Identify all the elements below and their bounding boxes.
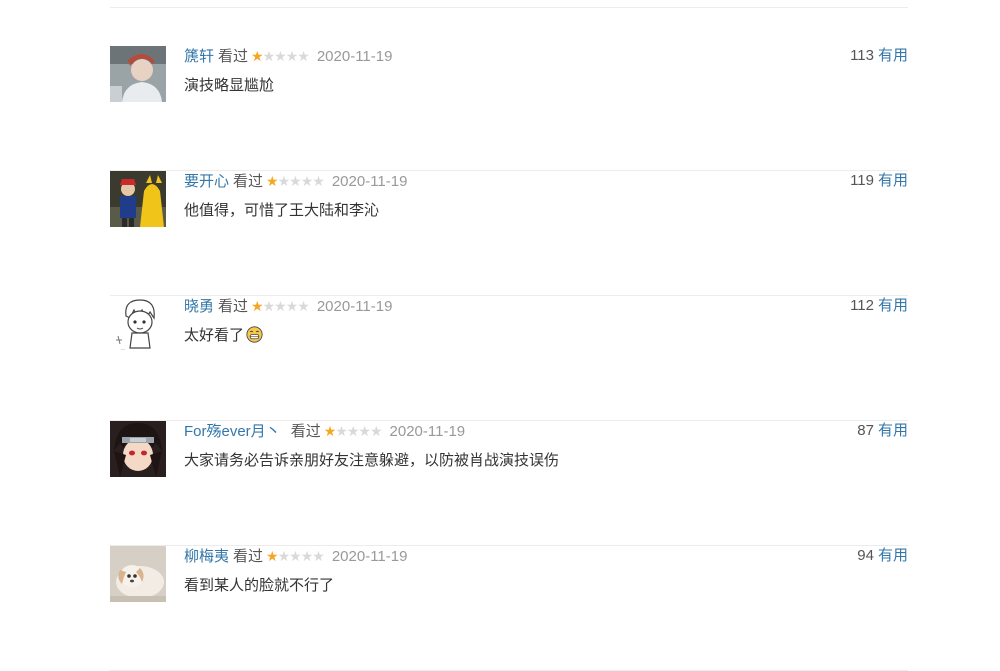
watch-status: 看过 (290, 423, 321, 440)
star-empty-icon: ★ (262, 48, 276, 64)
vote-count: 112 (850, 297, 874, 314)
comment-text-body: 太好看了 (184, 327, 245, 344)
rating-stars: ★★★★★ (251, 46, 310, 66)
watch-status: 看过 (218, 298, 249, 315)
comment-meta: 要开心 看过 ★★★★★ 2020-11-19 (184, 171, 407, 191)
star-empty-icon: ★ (289, 173, 302, 189)
star-filled-icon: ★ (251, 48, 264, 64)
rating-stars: ★★★★★ (251, 296, 310, 316)
star-empty-icon: ★ (285, 298, 299, 314)
star-empty-icon: ★ (346, 423, 360, 439)
rating-stars: ★★★★★ (323, 421, 383, 441)
comment-text: 他值得，可惜了王大陆和李沁 (184, 202, 380, 219)
vote-area: 94 有用 (857, 546, 908, 566)
star-empty-icon: ★ (312, 173, 325, 189)
star-empty-icon: ★ (335, 423, 348, 439)
avatar-costume-photo-icon[interactable] (110, 171, 166, 227)
star-empty-icon: ★ (277, 173, 291, 189)
star-empty-icon: ★ (274, 298, 287, 314)
comment-item: 要开心 看过 ★★★★★ 2020-11-19 119 有用 他值得，可惜了王大陆和李沁 (110, 171, 908, 296)
avatar-sketch-cartoon-icon[interactable]: ··· (110, 296, 166, 352)
star-filled-icon: ★ (251, 298, 264, 314)
star-empty-icon: ★ (285, 48, 299, 64)
star-empty-icon: ★ (297, 298, 310, 314)
grin-emoji-icon (246, 326, 263, 343)
comment-text: 演技略显尴尬 (184, 77, 275, 94)
star-filled-icon: ★ (323, 423, 337, 439)
star-empty-icon: ★ (297, 48, 310, 64)
vote-count: 119 (850, 172, 874, 189)
username-link[interactable]: 篪轩 (184, 48, 214, 65)
watch-status: 看过 (218, 48, 249, 65)
useful-button[interactable]: 有用 (878, 172, 908, 189)
watch-status: 看过 (233, 173, 264, 190)
star-empty-icon: ★ (289, 548, 302, 564)
avatar-person-photo-icon[interactable] (110, 46, 166, 102)
vote-area: 113 有用 (850, 46, 908, 66)
username-link[interactable]: 要开心 (184, 173, 229, 190)
star-empty-icon: ★ (300, 173, 314, 189)
useful-button[interactable]: 有用 (878, 47, 908, 64)
star-empty-icon: ★ (277, 548, 291, 564)
comment-meta: For殇ever月丶 看过 ★★★★★ 2020-11-19 (184, 421, 465, 441)
vote-count: 87 (857, 422, 874, 439)
star-empty-icon: ★ (358, 423, 371, 439)
comment-item: 柳梅夷 看过 ★★★★★ 2020-11-19 94 有用 看到某人的脸就不行了 (110, 546, 908, 671)
vote-count: 94 (857, 547, 874, 564)
useful-button[interactable]: 有用 (878, 547, 908, 564)
comment-date: 2020-11-19 (331, 173, 408, 190)
vote-area: 87 有用 (857, 421, 908, 441)
rating-stars: ★★★★★ (266, 546, 325, 566)
comment-meta: 柳梅夷 看过 ★★★★★ 2020-11-19 (184, 546, 407, 566)
comment-item: 篪轩 看过 ★★★★★ 2020-11-19 113 有用 演技略显尴尬 (110, 46, 908, 171)
vote-count: 113 (850, 47, 874, 64)
useful-button[interactable]: 有用 (878, 422, 908, 439)
comment-text: 大家请务必告诉亲朋好友注意躲避，以防被肖战演技误伤 (184, 452, 560, 469)
comment-item: ··· 晓勇 看过 ★★★★★ 2020-11-19 112 有用 太好看了 (110, 296, 908, 421)
comment-date: 2020-11-19 (316, 48, 393, 65)
comment-text: 看到某人的脸就不行了 (184, 577, 335, 594)
vote-area: 119 有用 (850, 171, 908, 191)
comment-date: 2020-11-19 (331, 548, 408, 565)
svg-text:···: ··· (121, 347, 125, 352)
star-empty-icon: ★ (274, 48, 287, 64)
star-empty-icon: ★ (300, 548, 314, 564)
comment-text: 太好看了 (184, 326, 263, 346)
avatar-dog-photo-icon[interactable] (110, 546, 166, 602)
username-link[interactable]: 晓勇 (184, 298, 214, 315)
star-empty-icon: ★ (369, 423, 383, 439)
divider (110, 7, 908, 8)
username-link[interactable]: 柳梅夷 (184, 548, 229, 565)
vote-area: 112 有用 (850, 296, 908, 316)
rating-stars: ★★★★★ (266, 171, 325, 191)
watch-status: 看过 (233, 548, 264, 565)
username-link[interactable]: For殇ever月丶 (184, 423, 281, 440)
star-empty-icon: ★ (312, 548, 325, 564)
comment-date: 2020-11-19 (316, 298, 393, 315)
useful-button[interactable]: 有用 (878, 297, 908, 314)
comment-meta: 篪轩 看过 ★★★★★ 2020-11-19 (184, 46, 392, 66)
star-filled-icon: ★ (266, 548, 279, 564)
star-empty-icon: ★ (262, 298, 276, 314)
avatar-anime-character-icon[interactable] (110, 421, 166, 477)
comment-date: 2020-11-19 (389, 423, 466, 440)
star-filled-icon: ★ (266, 173, 279, 189)
comment-item: For殇ever月丶 看过 ★★★★★ 2020-11-19 87 有用 大家请务必告诉… (110, 421, 908, 546)
comment-meta: 晓勇 看过 ★★★★★ 2020-11-19 (184, 296, 392, 316)
